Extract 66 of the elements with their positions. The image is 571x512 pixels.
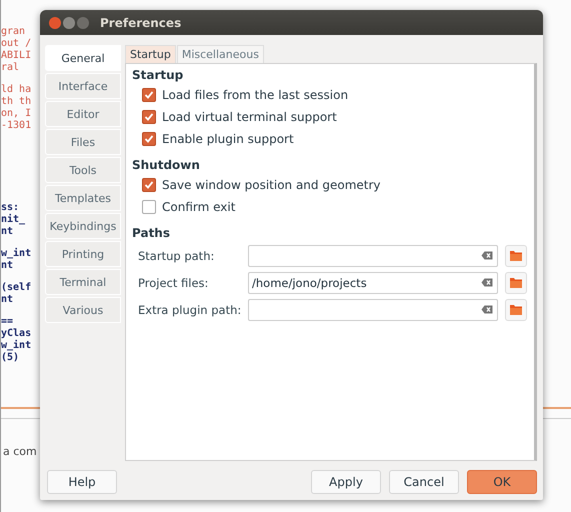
section-tab[interactable]: Tools bbox=[45, 157, 121, 183]
window-title: Preferences bbox=[100, 16, 182, 30]
field-label: Startup path: bbox=[138, 248, 216, 262]
code-line: th th bbox=[1, 96, 32, 108]
checkbox[interactable] bbox=[142, 110, 156, 124]
checkbox-label: Confirm exit bbox=[162, 200, 236, 214]
section-tab[interactable]: Terminal bbox=[45, 269, 121, 295]
code-line: -1301 bbox=[1, 120, 32, 132]
dialog-button[interactable]: Cancel bbox=[389, 470, 459, 494]
section-tab[interactable]: Files bbox=[45, 129, 121, 155]
editor-message: a com bbox=[3, 445, 37, 458]
code-line: on, I bbox=[1, 108, 32, 120]
tab[interactable]: Startup bbox=[125, 45, 176, 63]
section-tab[interactable]: Printing bbox=[45, 241, 121, 267]
section-tab[interactable]: Templates bbox=[45, 185, 121, 211]
path-field[interactable] bbox=[248, 244, 498, 266]
checkbox-label: Load virtual terminal support bbox=[162, 110, 337, 124]
checkbox-label: Save window position and geometry bbox=[162, 178, 381, 192]
field-label: Extra plugin path: bbox=[138, 302, 242, 316]
code-line: ABILI bbox=[1, 50, 32, 62]
checkbox-label: Load files from the last session bbox=[162, 88, 348, 102]
section-tab[interactable]: Keybindings bbox=[45, 213, 121, 239]
folder-icon bbox=[509, 303, 523, 316]
code-line: ral bbox=[1, 62, 20, 74]
checkbox[interactable] bbox=[142, 200, 156, 214]
path-field[interactable] bbox=[248, 298, 498, 320]
code-line: w_int bbox=[1, 248, 32, 260]
group-heading: Startup bbox=[132, 68, 184, 82]
section-tab[interactable]: Editor bbox=[45, 101, 121, 127]
window-controls-icon[interactable] bbox=[48, 16, 92, 30]
folder-icon bbox=[509, 249, 523, 262]
browse-button[interactable] bbox=[505, 244, 527, 266]
code-line: nt bbox=[1, 294, 14, 306]
tab[interactable]: Miscellaneous bbox=[176, 45, 264, 63]
clear-icon[interactable] bbox=[481, 304, 493, 314]
code-line: nt bbox=[1, 260, 14, 272]
folder-icon bbox=[509, 276, 523, 289]
browse-button[interactable] bbox=[505, 272, 527, 294]
dialog-button[interactable]: Help bbox=[47, 470, 117, 494]
code-line: out / bbox=[1, 38, 32, 50]
group-heading: Paths bbox=[132, 226, 171, 240]
dialog-button[interactable]: Apply bbox=[311, 470, 381, 494]
code-line: gran bbox=[1, 26, 26, 38]
checkbox-label: Enable plugin support bbox=[162, 132, 294, 146]
code-line: (self bbox=[1, 282, 32, 294]
code-line: nt bbox=[1, 226, 14, 238]
checkbox[interactable] bbox=[142, 178, 156, 192]
checkbox[interactable] bbox=[142, 132, 156, 146]
code-line: nit_ bbox=[1, 214, 26, 226]
section-tab[interactable]: General bbox=[45, 45, 121, 71]
code-line: yClas bbox=[1, 328, 32, 340]
clear-icon[interactable] bbox=[481, 278, 493, 286]
code-line: w_int bbox=[1, 340, 32, 352]
group-heading: Shutdown bbox=[132, 158, 201, 172]
browse-button[interactable] bbox=[505, 298, 527, 320]
dialog-button[interactable]: OK bbox=[467, 470, 537, 494]
section-tab[interactable]: Interface bbox=[45, 73, 121, 99]
path-field[interactable]: /home/jono/projects bbox=[248, 272, 498, 294]
code-line: == bbox=[1, 316, 14, 328]
section-tab[interactable]: Various bbox=[45, 297, 121, 323]
field-label: Project files: bbox=[138, 276, 210, 290]
code-line: ss: bbox=[1, 202, 20, 214]
checkbox[interactable] bbox=[142, 88, 156, 102]
clear-icon[interactable] bbox=[481, 250, 493, 260]
code-line: ld ha bbox=[1, 84, 32, 96]
code-line: (5) bbox=[1, 352, 20, 364]
